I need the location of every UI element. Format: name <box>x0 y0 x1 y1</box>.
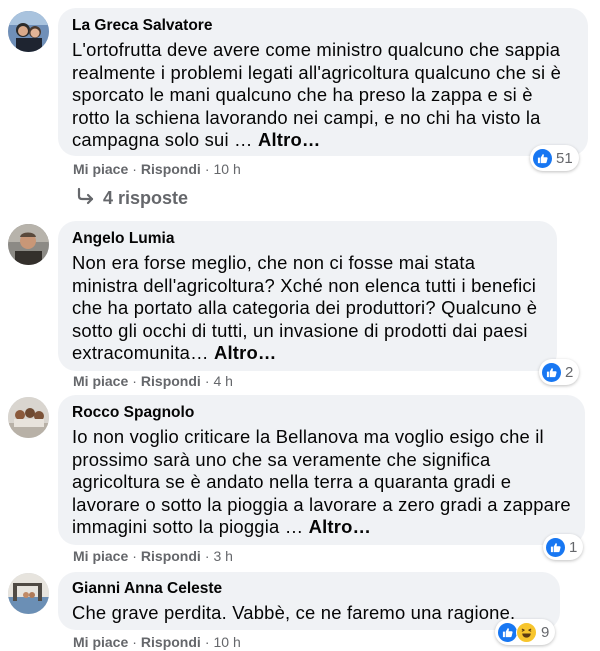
comment-text: Non era forse meglio, che non ci fosse m… <box>72 252 543 365</box>
comment-bubble: La Greca Salvatore L'ortofrutta deve ave… <box>58 8 588 156</box>
comment-author[interactable]: La Greca Salvatore <box>72 16 574 36</box>
comment-actions: Mi piace · Rispondi · 3 h <box>73 548 233 564</box>
avatar[interactable] <box>8 573 49 614</box>
comment-author[interactable]: Gianni Anna Celeste <box>72 579 546 599</box>
reaction-count[interactable]: 2 <box>539 359 580 385</box>
comment-bubble: Rocco Spagnolo Io non voglio criticare l… <box>58 395 585 545</box>
see-more-link[interactable]: Altro… <box>258 129 321 150</box>
comment-bubble: Angelo Lumia Non era forse meglio, che n… <box>58 221 557 371</box>
comment-actions: Mi piace · Rispondi · 10 h <box>73 634 241 650</box>
reaction-number: 1 <box>569 538 578 556</box>
reaction-count[interactable]: 51 <box>530 145 579 171</box>
like-action[interactable]: Mi piace <box>73 634 128 650</box>
comment-time[interactable]: 10 h <box>213 634 240 650</box>
see-more-link[interactable]: Altro… <box>309 516 372 537</box>
reply-action[interactable]: Rispondi <box>141 161 201 177</box>
reaction-number: 2 <box>565 363 574 381</box>
reaction-number: 51 <box>556 149 573 167</box>
reaction-count[interactable]: 1 <box>543 534 584 560</box>
replies-label: 4 risposte <box>103 188 189 208</box>
reaction-count[interactable]: 9 <box>495 619 556 645</box>
like-action[interactable]: Mi piace <box>73 161 128 177</box>
avatar[interactable] <box>8 224 49 265</box>
reaction-number: 9 <box>541 623 550 641</box>
like-icon <box>498 622 517 642</box>
comment-text: L'ortofrutta deve avere come ministro qu… <box>72 39 574 152</box>
see-more-link[interactable]: Altro… <box>214 342 277 363</box>
comment-text: Io non voglio criticare la Bellanova ma … <box>72 426 571 539</box>
like-icon <box>546 537 565 557</box>
comment-body: Che grave perdita. Vabbè, ce ne faremo u… <box>72 602 516 623</box>
haha-icon <box>516 621 537 643</box>
comment-actions: Mi piace · Rispondi · 10 h <box>73 161 241 177</box>
reply-action[interactable]: Rispondi <box>141 548 201 564</box>
comment-bubble: Gianni Anna Celeste Che grave perdita. V… <box>58 572 560 630</box>
comment-time[interactable]: 3 h <box>213 548 232 564</box>
comment-time[interactable]: 4 h <box>213 373 232 389</box>
like-icon <box>542 362 561 382</box>
like-icon <box>533 148 552 168</box>
view-replies-link[interactable]: 4 risposte <box>75 187 188 210</box>
avatar[interactable] <box>8 397 49 438</box>
comment-author[interactable]: Angelo Lumia <box>72 229 543 249</box>
comment-author[interactable]: Rocco Spagnolo <box>72 403 571 423</box>
reply-action[interactable]: Rispondi <box>141 373 201 389</box>
comment-time[interactable]: 10 h <box>213 161 240 177</box>
reply-arrow-icon <box>75 187 97 210</box>
like-action[interactable]: Mi piace <box>73 373 128 389</box>
comment-text: Che grave perdita. Vabbè, ce ne faremo u… <box>72 602 546 625</box>
avatar[interactable] <box>8 11 49 52</box>
comment-body: Non era forse meglio, che non ci fosse m… <box>72 252 538 364</box>
like-action[interactable]: Mi piace <box>73 548 128 564</box>
reply-action[interactable]: Rispondi <box>141 634 201 650</box>
comment-actions: Mi piace · Rispondi · 4 h <box>73 373 233 389</box>
